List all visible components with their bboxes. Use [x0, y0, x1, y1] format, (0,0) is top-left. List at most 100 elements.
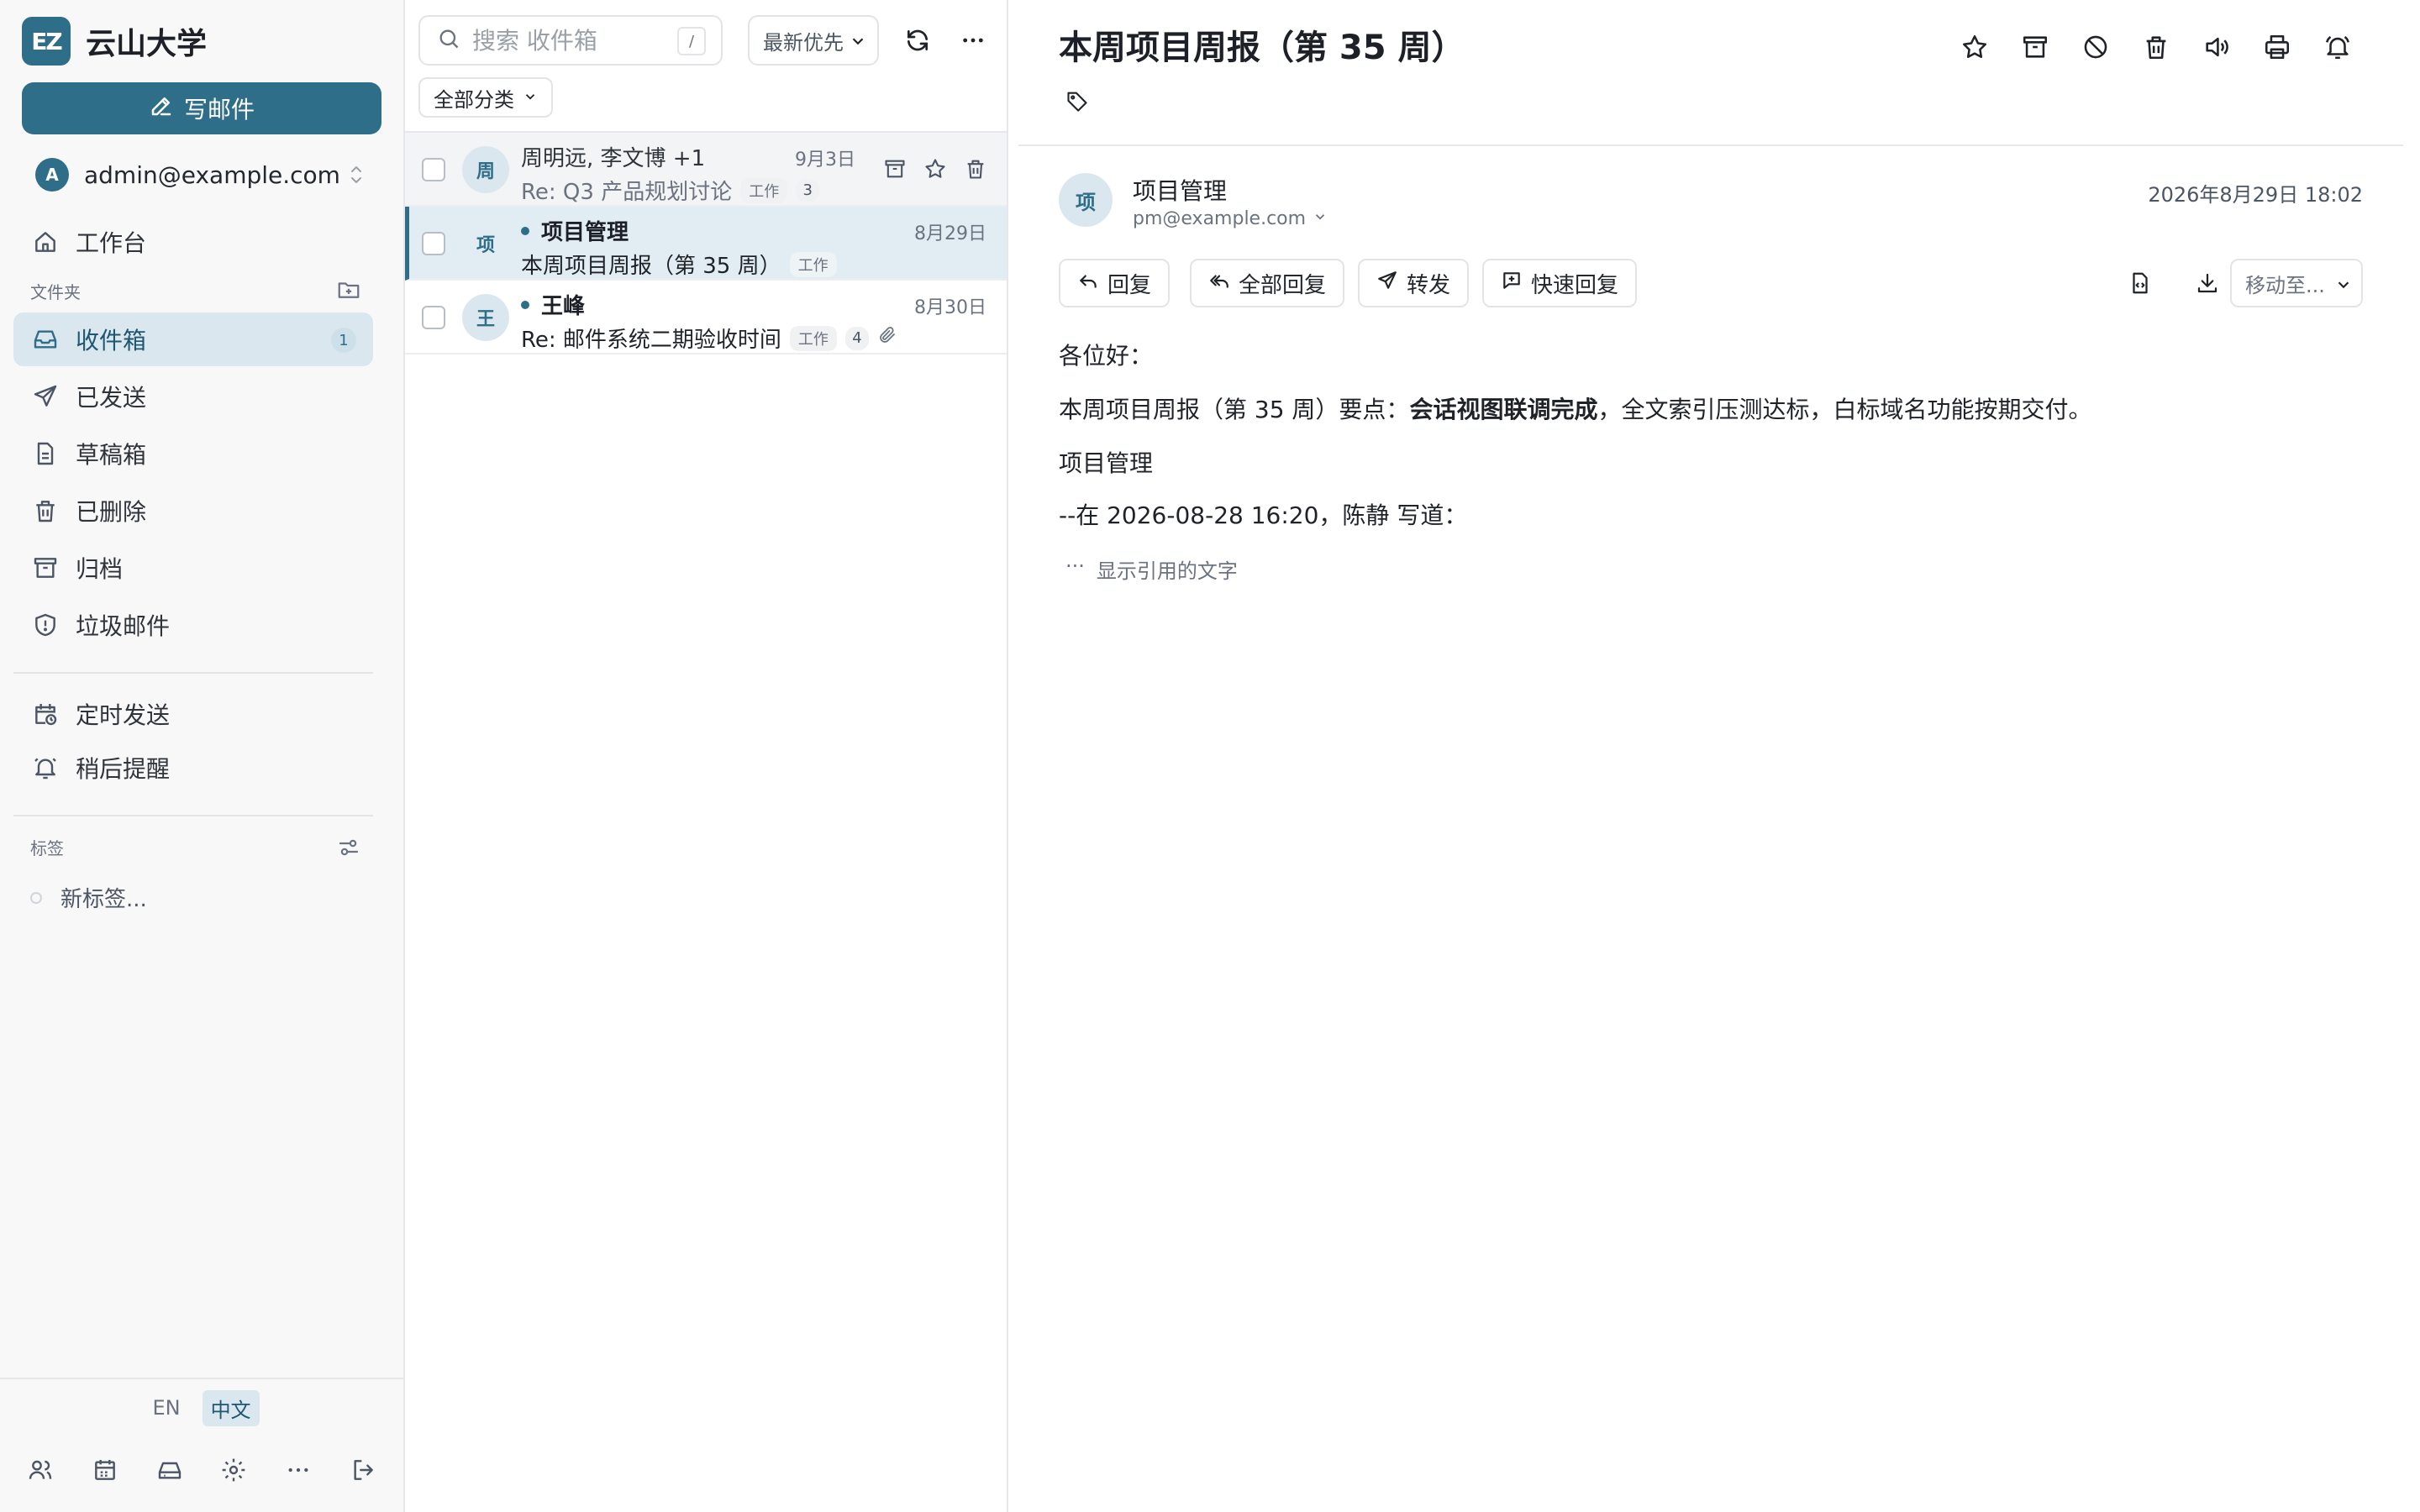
bell-icon[interactable] — [2317, 27, 2358, 67]
more-horizontal-icon[interactable] — [281, 1453, 315, 1487]
search-shortcut-hint: / — [677, 27, 706, 55]
sort-select[interactable]: 最新优先 — [748, 15, 879, 66]
chevron-down-icon — [1313, 208, 1328, 229]
message-row[interactable]: 项 项目管理 8月29日 本周项目周报（第 35 周） 工作 — [405, 207, 1007, 281]
download-icon[interactable] — [2188, 264, 2227, 302]
sidebar-item-snoozed[interactable]: 稍后提醒 — [13, 741, 373, 795]
category-filter[interactable]: 全部分类 — [418, 77, 553, 118]
sidebar-item-label: 已发送 — [76, 384, 147, 412]
message-plus-icon — [1501, 270, 1523, 297]
quick-reply-button[interactable]: 快速回复 — [1482, 259, 1638, 307]
reply-all-button[interactable]: 全部回复 — [1190, 259, 1345, 307]
message-sender-name: 项目管理 — [541, 220, 629, 245]
email-subject-title: 本周项目周报（第 35 周） — [1059, 29, 1465, 67]
refresh-icon[interactable] — [897, 20, 938, 60]
send-icon — [30, 381, 60, 412]
sender-email-toggle[interactable]: pm@example.com — [1133, 208, 1328, 229]
printer-icon[interactable] — [2257, 27, 2297, 67]
tag-settings-icon[interactable] — [336, 835, 361, 864]
message-sender: 王峰 — [521, 289, 585, 320]
language-option-en[interactable]: EN — [144, 1393, 188, 1423]
sidebar-item-archive[interactable]: 归档 — [13, 541, 373, 595]
reply-all-label: 全部回复 — [1239, 272, 1327, 298]
message-checkbox[interactable] — [422, 232, 445, 255]
account-email: admin@example.com — [84, 160, 340, 189]
message-list-pane: / 最新优先 全部分类 周 周明远, 李文博 +1 9月3日 Re: Q3 产品… — [405, 0, 1008, 1512]
quick-reply-label: 快速回复 — [1531, 272, 1619, 298]
contacts-icon[interactable] — [24, 1453, 57, 1487]
chevron-down-icon — [2334, 276, 2353, 299]
brand[interactable]: EZ 云山大学 — [22, 17, 207, 66]
message-tag-chip: 工作 — [789, 325, 837, 351]
calendar-icon[interactable] — [88, 1453, 122, 1487]
sidebar-item-scheduled[interactable]: 定时发送 — [13, 687, 373, 741]
message-subject: 本周项目周报（第 35 周） — [521, 254, 781, 279]
block-icon[interactable] — [2075, 27, 2116, 67]
message-subject-line: Re: Q3 产品规划讨论 工作 3 — [521, 175, 820, 206]
more-horizontal-icon[interactable] — [953, 20, 993, 60]
message-row[interactable]: 王 王峰 8月30日 Re: 邮件系统二期验收时间 工作 4 — [405, 281, 1007, 354]
sidebar-item-spam[interactable]: 垃圾邮件 — [13, 598, 373, 652]
unread-dot-icon — [521, 226, 529, 235]
thread-count-badge: 4 — [844, 326, 869, 350]
new-tag-label: 新标签... — [60, 887, 147, 912]
sender-avatar: 项 — [476, 235, 495, 256]
drive-icon[interactable] — [153, 1453, 187, 1487]
sender-avatar: 项 — [1059, 173, 1113, 227]
message-checkbox[interactable] — [422, 158, 445, 181]
sender-email: pm@example.com — [1133, 208, 1307, 229]
star-icon[interactable] — [921, 155, 950, 183]
star-icon[interactable] — [1954, 27, 1995, 67]
sidebar-item-label: 稍后提醒 — [76, 755, 171, 783]
chevron-down-icon — [849, 32, 867, 55]
inbox-icon — [30, 324, 60, 354]
show-quoted-text-toggle[interactable]: ··· 显示引用的文字 — [1065, 554, 1238, 584]
new-tag-button[interactable]: 新标签... — [30, 882, 147, 913]
logout-icon[interactable] — [346, 1453, 380, 1487]
thread-count-badge: 3 — [796, 178, 820, 202]
compose-button[interactable]: 写邮件 — [22, 82, 381, 134]
sidebar-item-trash[interactable]: 已删除 — [13, 484, 373, 538]
language-option-zh[interactable]: 中文 — [202, 1389, 260, 1426]
view-source-icon[interactable] — [2121, 264, 2160, 302]
tag-icon[interactable] — [1060, 84, 1094, 118]
account-switcher[interactable]: A admin@example.com — [35, 156, 371, 193]
chevron-updown-icon — [346, 163, 366, 190]
trash-icon[interactable] — [961, 155, 990, 183]
sidebar-item-sent[interactable]: 已发送 — [13, 370, 373, 423]
trash-icon[interactable] — [2136, 27, 2176, 67]
move-to-value: 移动至... — [2245, 273, 2325, 297]
sidebar-item-drafts[interactable]: 草稿箱 — [13, 427, 373, 480]
brand-name: 云山大学 — [86, 27, 208, 61]
alarm-bell-icon — [30, 753, 60, 783]
sidebar-item-workbench[interactable]: 工作台 — [13, 215, 373, 269]
search-input[interactable] — [472, 26, 674, 55]
settings-gear-icon[interactable] — [217, 1453, 250, 1487]
message-sender-name: 周明远, 李文博 +1 — [521, 146, 706, 171]
sidebar-divider — [13, 672, 373, 674]
archive-icon — [30, 553, 60, 583]
archive-icon[interactable] — [881, 155, 909, 183]
message-subject-line: 本周项目周报（第 35 周） 工作 — [521, 249, 837, 280]
calendar-clock-icon — [30, 699, 60, 729]
message-row[interactable]: 周 周明远, 李文博 +1 9月3日 Re: Q3 产品规划讨论 工作 3 — [405, 133, 1007, 207]
email-body-greeting: 各位好： — [1059, 342, 1154, 370]
message-checkbox[interactable] — [422, 306, 445, 329]
reply-button[interactable]: 回复 — [1059, 259, 1171, 307]
new-folder-icon[interactable] — [336, 277, 361, 306]
brand-logo: EZ — [22, 17, 71, 66]
message-sender-name: 王峰 — [541, 294, 586, 319]
archive-icon[interactable] — [2015, 27, 2055, 67]
sidebar-item-inbox[interactable]: 收件箱 1 — [13, 312, 373, 366]
speaker-icon[interactable] — [2196, 27, 2237, 67]
unread-dot-icon — [521, 300, 529, 309]
header-divider — [1018, 144, 2403, 146]
search-box[interactable]: / — [418, 15, 723, 66]
forward-button[interactable]: 转发 — [1358, 259, 1470, 307]
email-body-text: 本周项目周报（第 35 周）要点： — [1059, 396, 1410, 423]
tag-dot-icon — [30, 891, 42, 904]
reply-icon — [1077, 270, 1099, 297]
home-icon — [30, 227, 60, 257]
move-to-select[interactable]: 移动至... — [2230, 259, 2363, 307]
email-body-bold: 会话视图联调完成 — [1409, 396, 1598, 423]
